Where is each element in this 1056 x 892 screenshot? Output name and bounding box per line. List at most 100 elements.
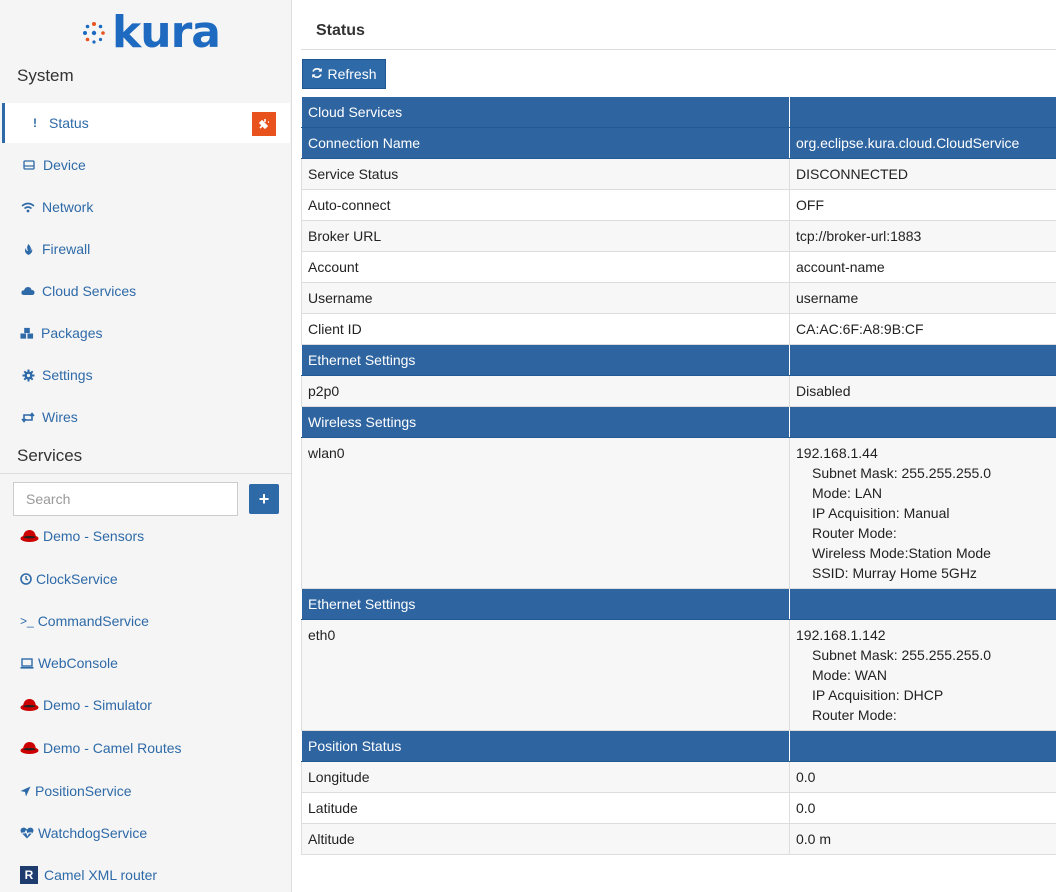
table-row: eth0 192.168.1.142 Subnet Mask: 255.255.… (301, 619, 1056, 731)
section-header-row: Ethernet Settings (301, 344, 1056, 376)
drive-icon (22, 160, 36, 170)
section-header-row: Ethernet Settings (301, 588, 1056, 620)
refresh-icon (311, 67, 323, 82)
service-item-clockservice[interactable]: ClockService (20, 562, 290, 596)
main-content: Status Refresh Cloud Services Connection… (293, 0, 1056, 892)
table-row: Account account-name (301, 251, 1056, 283)
sidebar-item-status[interactable]: ! Status (2, 103, 290, 143)
row-value: Disabled (789, 375, 1056, 407)
sidebar-item-label: Cloud Services (42, 283, 137, 299)
row-value: 192.168.1.142 Subnet Mask: 255.255.255.0… (789, 619, 1056, 731)
sidebar-item-label: Status (49, 115, 89, 131)
row-value: CA:AC:6F:A8:9B:CF (789, 313, 1056, 345)
terminal-icon: >_ (20, 614, 34, 628)
table-row: Username username (301, 282, 1056, 314)
detail-line: Subnet Mask: 255.255.255.0 (812, 465, 992, 481)
table-row: Longitude 0.0 (301, 761, 1056, 793)
row-key: Auto-connect (301, 189, 790, 221)
service-label: Demo - Camel Routes (43, 740, 182, 756)
ip-address: 192.168.1.44 (796, 445, 878, 461)
row-key: p2p0 (301, 375, 790, 407)
service-item-demo-simulator[interactable]: Demo - Simulator (20, 688, 290, 722)
kura-logo: kura (82, 7, 221, 58)
table-row: wlan0 192.168.1.44 Subnet Mask: 255.255.… (301, 437, 1056, 589)
search-box[interactable] (13, 482, 238, 516)
detail-line: Router Mode: (812, 707, 897, 723)
sidebar-item-cloud-services[interactable]: Cloud Services (0, 271, 292, 311)
sidebar-item-firewall[interactable]: Firewall (0, 229, 292, 269)
row-value: username (789, 282, 1056, 314)
table-row: p2p0 Disabled (301, 375, 1056, 407)
row-value: OFF (789, 189, 1056, 221)
service-item-commandservice[interactable]: >_ CommandService (20, 604, 290, 638)
row-key: Account (301, 251, 790, 283)
gear-icon (21, 369, 35, 382)
brand-name: kura (112, 7, 221, 58)
sidebar-item-network[interactable]: Network (0, 187, 292, 227)
cloud-icon (21, 286, 35, 296)
service-item-camel-xml-router[interactable]: R Camel XML router (20, 858, 290, 892)
plug-alert-icon[interactable] (252, 112, 276, 136)
sidebar: kura System ! Status Device Network Fire… (0, 0, 292, 892)
detail-line: SSID: Murray Home 5GHz (812, 565, 977, 581)
sidebar-item-device[interactable]: Device (0, 145, 292, 185)
sidebar-item-label: Network (42, 199, 94, 215)
service-item-webconsole[interactable]: WebConsole (20, 646, 290, 680)
service-item-demo-camel-routes[interactable]: Demo - Camel Routes (20, 731, 290, 765)
sidebar-item-label: Packages (41, 325, 103, 341)
table-row: Latitude 0.0 (301, 792, 1056, 824)
row-key: Broker URL (301, 220, 790, 252)
detail-line: Wireless Mode:Station Mode (812, 545, 991, 561)
row-key: Altitude (301, 823, 790, 855)
service-label: PositionService (35, 783, 132, 799)
section-header: Ethernet Settings (301, 344, 790, 376)
title-divider (301, 49, 1056, 50)
sidebar-item-label: Wires (42, 409, 78, 425)
detail-line: Router Mode: (812, 525, 897, 541)
row-value: org.eclipse.kura.cloud.CloudService (789, 127, 1056, 159)
section-header: Wireless Settings (301, 406, 790, 438)
sidebar-item-label: Firewall (42, 241, 91, 257)
services-divider (0, 473, 291, 474)
refresh-label: Refresh (327, 66, 377, 82)
retweet-icon (21, 411, 35, 423)
refresh-button[interactable]: Refresh (302, 59, 386, 89)
table-row: Auto-connect OFF (301, 189, 1056, 221)
cubes-icon (20, 327, 34, 340)
clock-icon (20, 573, 32, 585)
section-header-row: Position Status (301, 730, 1056, 762)
heartbeat-icon (20, 827, 34, 839)
page-title: Status (316, 22, 365, 39)
sidebar-item-settings[interactable]: Settings (0, 355, 292, 395)
service-label: ClockService (36, 571, 118, 587)
detail-line: Mode: LAN (812, 485, 883, 501)
detail-line: Mode: WAN (812, 667, 887, 683)
search-input[interactable] (14, 483, 237, 515)
status-table: Cloud Services Connection Name org.eclip… (301, 97, 1056, 855)
sidebar-item-label: Device (43, 157, 86, 173)
row-value: 0.0 (789, 761, 1056, 793)
service-item-positionservice[interactable]: PositionService (20, 774, 290, 808)
location-arrow-icon (20, 786, 31, 797)
service-item-watchdogservice[interactable]: WatchdogService (20, 816, 290, 850)
row-key: Longitude (301, 761, 790, 793)
row-value: 0.0 m (789, 823, 1056, 855)
row-value: tcp://broker-url:1883 (789, 220, 1056, 252)
sidebar-item-wires[interactable]: Wires (0, 397, 292, 437)
service-label: WatchdogService (38, 825, 148, 841)
sidebar-item-packages[interactable]: Packages (0, 313, 292, 353)
row-key: Username (301, 282, 790, 314)
sidebar-item-label: Settings (42, 367, 93, 383)
add-service-button[interactable]: + (249, 484, 279, 514)
row-key: Client ID (301, 313, 790, 345)
row-key: Connection Name (301, 127, 790, 159)
row-value: account-name (789, 251, 1056, 283)
service-item-demo-sensors[interactable]: Demo - Sensors (20, 519, 290, 553)
service-label: Demo - Simulator (43, 697, 152, 713)
redhat-icon (20, 698, 39, 713)
service-label: Demo - Sensors (43, 528, 145, 544)
fire-icon (21, 243, 35, 256)
detail-line: Subnet Mask: 255.255.255.0 (812, 647, 992, 663)
section-header: Cloud Services (301, 97, 790, 128)
kura-logo-icon (83, 22, 105, 44)
